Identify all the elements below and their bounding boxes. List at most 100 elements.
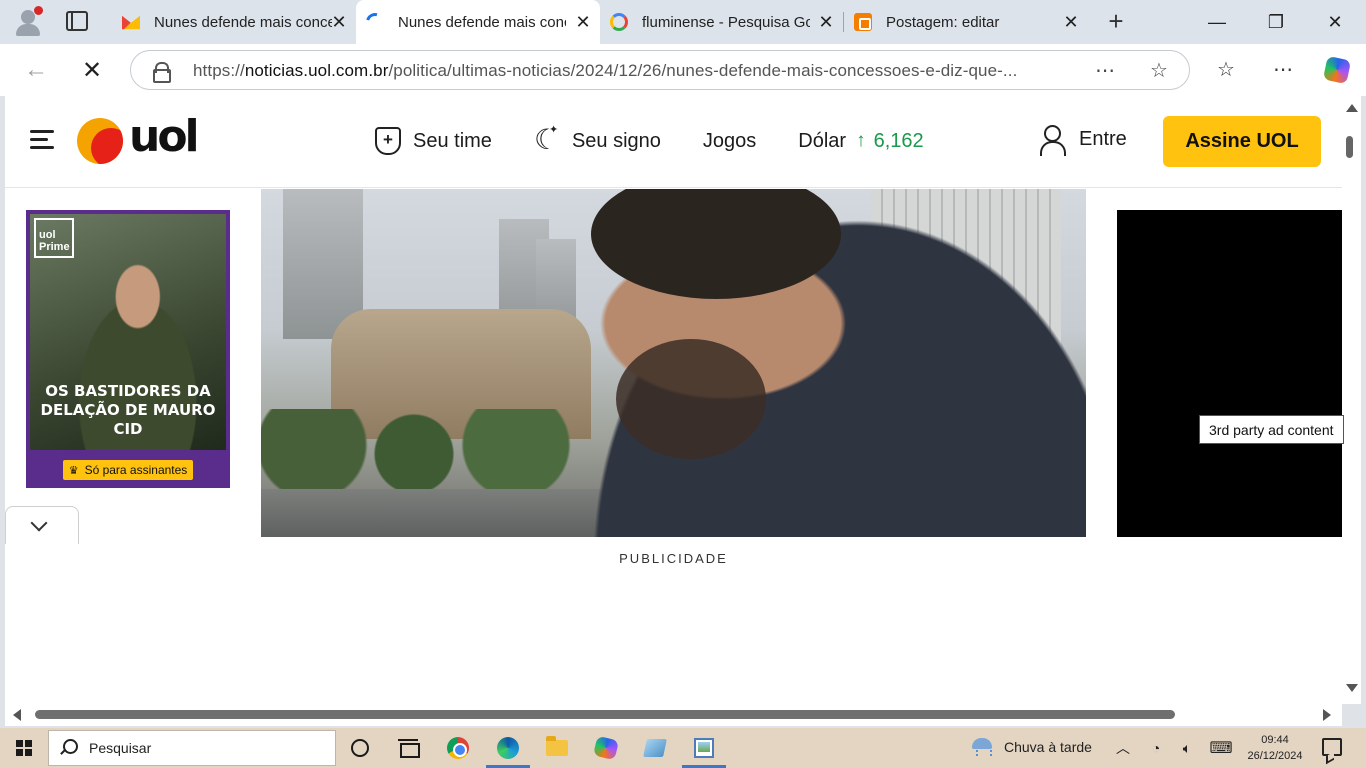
advertising-label: PUBLICIDADE bbox=[619, 551, 728, 566]
close-window-button[interactable]: ✕ bbox=[1306, 0, 1364, 44]
nav-jogos[interactable]: Jogos bbox=[703, 130, 756, 153]
tab-gmail[interactable]: Nunes defende mais concessões ✕ bbox=[112, 0, 356, 44]
tab-label: fluminense - Pesquisa Google bbox=[642, 13, 810, 31]
close-tab-icon[interactable]: ✕ bbox=[817, 13, 835, 31]
keyboard-icon[interactable]: ⌨ bbox=[1209, 734, 1233, 762]
header-nav: Seu time Seu signo Jogos Dólar ↑ 6,162 bbox=[375, 123, 966, 158]
favorite-star-icon[interactable]: ☆ bbox=[1147, 59, 1171, 83]
shield-plus-icon bbox=[375, 127, 401, 155]
clock-date: 26/12/2024 bbox=[1247, 750, 1303, 762]
task-view-icon[interactable] bbox=[394, 734, 422, 762]
wifi-icon[interactable]: ◔ bbox=[1144, 734, 1168, 762]
close-tab-icon[interactable]: ✕ bbox=[330, 13, 348, 31]
chevron-up-icon[interactable]: ︿ bbox=[1111, 734, 1135, 762]
profile-avatar-icon[interactable] bbox=[14, 6, 44, 36]
arrow-up-icon: ↑ bbox=[856, 130, 866, 151]
restore-button[interactable]: ❐ bbox=[1247, 0, 1305, 44]
more-actions-icon[interactable]: ⋯ bbox=[1093, 59, 1117, 83]
scroll-up-arrow-icon[interactable] bbox=[1346, 104, 1358, 112]
dolar-quote: ↑ 6,162 bbox=[856, 130, 924, 153]
app-glass-icon[interactable] bbox=[641, 734, 669, 762]
dolar-label: Dólar bbox=[798, 129, 847, 152]
scrollbar-corner bbox=[1342, 704, 1366, 726]
close-tab-icon[interactable]: ✕ bbox=[1062, 13, 1080, 31]
collapse-ad-button[interactable] bbox=[5, 506, 79, 544]
paint-icon[interactable] bbox=[682, 734, 726, 768]
user-icon bbox=[1039, 124, 1066, 156]
site-header: uol Seu time Seu signo Jogos Dólar ↑ bbox=[5, 96, 1342, 188]
nav-label: Seu signo bbox=[571, 129, 661, 152]
close-tab-icon[interactable]: ✕ bbox=[574, 13, 592, 31]
address-bar-row: ← ✕ https://noticias.uol.com.br/politica… bbox=[0, 44, 1366, 96]
url-text[interactable]: https://noticias.uol.com.br/politica/ult… bbox=[193, 61, 1073, 81]
favorites-icon[interactable]: ☆ bbox=[1212, 56, 1240, 84]
scroll-thumb[interactable] bbox=[1346, 136, 1353, 158]
lock-icon[interactable] bbox=[153, 62, 171, 83]
tab-google-search[interactable]: fluminense - Pesquisa Google ✕ bbox=[600, 0, 843, 44]
notification-dot bbox=[34, 6, 43, 15]
address-bar[interactable]: https://noticias.uol.com.br/politica/ult… bbox=[130, 50, 1190, 90]
scroll-right-arrow-icon[interactable] bbox=[1323, 709, 1331, 721]
minimize-button[interactable]: — bbox=[1188, 0, 1246, 44]
search-icon bbox=[59, 739, 78, 757]
blogger-icon bbox=[854, 13, 872, 31]
tab-uol-active[interactable]: Nunes defende mais concessões ✕ bbox=[356, 0, 600, 44]
uol-prime-badge: uol Prime bbox=[34, 218, 74, 258]
scroll-down-arrow-icon[interactable] bbox=[1346, 684, 1358, 692]
subscribe-button[interactable]: Assine UOL bbox=[1163, 116, 1321, 167]
scroll-left-arrow-icon[interactable] bbox=[13, 709, 21, 721]
tab-label: Nunes defende mais concessões bbox=[154, 13, 332, 31]
ad-tooltip: 3rd party ad content bbox=[1199, 415, 1344, 444]
ad-headline: OS BASTIDORES DA DELAÇÃO DE MAURO CID bbox=[40, 382, 216, 438]
stop-loading-icon[interactable]: ✕ bbox=[76, 54, 108, 86]
loading-spinner-icon bbox=[362, 9, 388, 35]
menu-hamburger-icon[interactable] bbox=[30, 130, 54, 150]
nav-label: Jogos bbox=[702, 129, 757, 152]
cortana-icon[interactable] bbox=[346, 734, 374, 762]
nav-dolar[interactable]: Dólar ↑ 6,162 bbox=[798, 130, 923, 153]
tab-label: Postagem: editar bbox=[886, 13, 1000, 31]
tab-blogger[interactable]: Postagem: editar ✕ bbox=[844, 0, 1088, 44]
copilot-icon[interactable] bbox=[1322, 55, 1352, 85]
file-explorer-icon[interactable] bbox=[543, 734, 571, 762]
screen: Nunes defende mais concessões ✕ Nunes de… bbox=[0, 0, 1366, 768]
moon-star-icon bbox=[534, 123, 560, 156]
clock-time: 09:44 bbox=[1261, 734, 1289, 746]
nav-label: Seu time bbox=[413, 129, 492, 152]
volume-icon[interactable]: 🔈︎ bbox=[1175, 734, 1199, 762]
nav-seu-time[interactable]: Seu time bbox=[375, 127, 492, 155]
crown-icon: ♛ bbox=[68, 464, 79, 477]
chrome-icon[interactable] bbox=[444, 734, 472, 762]
vertical-scrollbar[interactable] bbox=[1342, 96, 1361, 704]
third-party-ad[interactable] bbox=[1117, 210, 1342, 537]
page-viewport: uol Seu time Seu signo Jogos Dólar ↑ bbox=[5, 96, 1342, 704]
chevron-down-icon bbox=[30, 514, 48, 532]
tab-label: Nunes defende mais concessões bbox=[398, 13, 566, 31]
copilot-icon[interactable] bbox=[592, 734, 620, 762]
windows-taskbar: Pesquisar Chuva à tarde ︿ ◔ 🔈︎ ⌨ 09:44 2… bbox=[0, 728, 1366, 768]
search-placeholder: Pesquisar bbox=[89, 740, 152, 756]
notifications-icon[interactable] bbox=[1322, 738, 1342, 756]
nav-seu-signo[interactable]: Seu signo bbox=[534, 123, 661, 156]
scroll-thumb[interactable] bbox=[35, 710, 1175, 719]
subscribers-only-label: Só para assinantes bbox=[84, 463, 188, 477]
edge-icon[interactable] bbox=[486, 734, 530, 768]
uol-logo-icon[interactable] bbox=[77, 118, 123, 164]
settings-menu-icon[interactable]: ⋯ bbox=[1269, 56, 1297, 84]
subscribers-only-badge: ♛ Só para assinantes bbox=[63, 460, 193, 480]
uol-logo-text[interactable]: uol bbox=[129, 112, 200, 162]
new-tab-button[interactable]: + bbox=[1103, 8, 1129, 34]
taskbar-search-box[interactable]: Pesquisar bbox=[48, 730, 336, 766]
tab-actions-icon[interactable] bbox=[66, 11, 88, 31]
gmail-icon bbox=[122, 15, 140, 30]
google-icon bbox=[610, 13, 628, 31]
weather-widget[interactable]: Chuva à tarde bbox=[970, 736, 1092, 758]
uol-prime-ad[interactable]: uol Prime OS BASTIDORES DA DELAÇÃO DE MA… bbox=[26, 210, 230, 488]
article-hero-image bbox=[261, 189, 1086, 537]
login-label: Entre bbox=[1079, 127, 1127, 150]
windows-start-icon[interactable] bbox=[16, 740, 32, 756]
system-clock[interactable]: 09:44 26/12/2024 bbox=[1244, 732, 1306, 764]
login-link[interactable]: Entre bbox=[1039, 124, 1127, 156]
horizontal-scrollbar[interactable] bbox=[5, 704, 1342, 726]
back-arrow-icon[interactable]: ← bbox=[20, 54, 52, 86]
